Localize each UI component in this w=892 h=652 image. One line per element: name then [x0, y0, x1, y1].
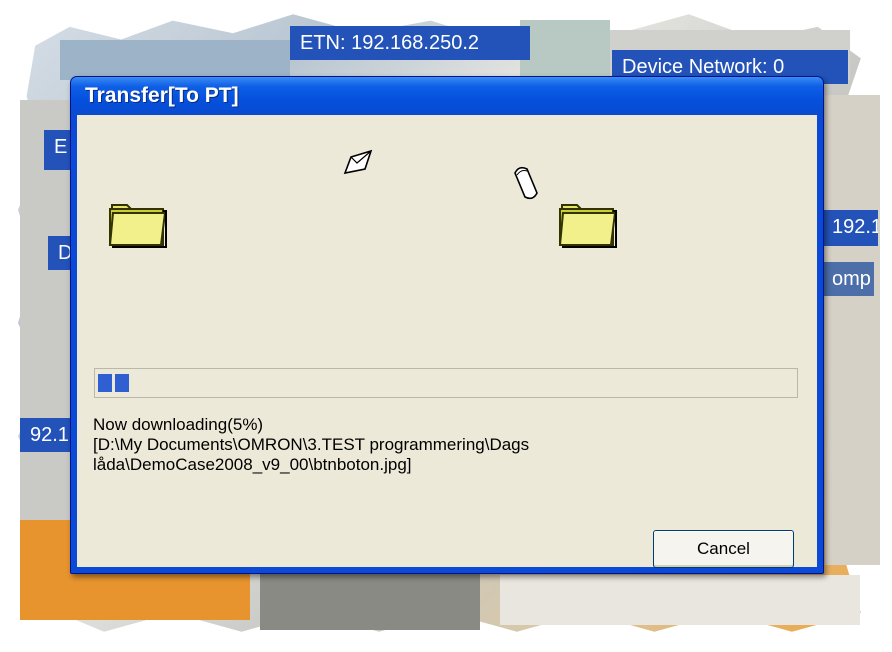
progress-segment [115, 374, 129, 392]
background-panel [500, 575, 860, 625]
title-bar[interactable]: Transfer[To PT] [71, 77, 823, 115]
flying-page-icon [343, 149, 373, 175]
cancel-button[interactable]: Cancel [653, 530, 794, 568]
background-panel [825, 95, 880, 565]
background-tag: 192.1 [822, 210, 878, 246]
transfer-dialog: Transfer[To PT] Now downloading(5%) [D:\… [70, 76, 824, 574]
background-tag: omp [822, 262, 874, 296]
file-path-line: [D:\My Documents\OMRON\3.TEST programmer… [93, 435, 530, 454]
transfer-progress-bar [94, 368, 798, 398]
background-tag: 92.1 [20, 418, 70, 452]
background-tag: E [44, 130, 70, 170]
background-panel [260, 570, 480, 630]
dialog-title: Transfer[To PT] [85, 84, 239, 107]
background-tag: ETN: 192.168.250.2 [290, 26, 530, 60]
status-text: Now downloading(5%) [D:\My Documents\OMR… [93, 415, 793, 475]
dialog-content: Now downloading(5%) [D:\My Documents\OMR… [77, 115, 817, 568]
progress-segment [98, 374, 112, 392]
background-panel [520, 20, 610, 80]
background-tag: D [48, 236, 70, 270]
flying-page-icon [514, 166, 538, 200]
status-line: Now downloading(5%) [93, 415, 264, 434]
background-panel [20, 100, 70, 570]
file-path-line: låda\DemoCase2008_v9_00\btnboton.jpg] [93, 455, 412, 474]
destination-folder-icon [558, 204, 617, 248]
background-panel [60, 40, 290, 80]
source-folder-icon [108, 204, 167, 248]
